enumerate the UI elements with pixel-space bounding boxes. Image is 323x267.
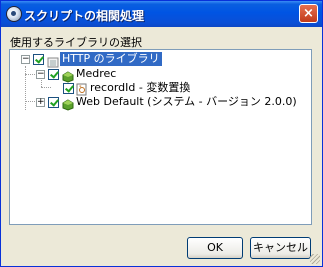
cancel-button[interactable]: キャンセル	[250, 237, 311, 259]
web-default-checkbox[interactable]	[48, 97, 59, 108]
green-package-icon	[62, 68, 74, 83]
http-library-label: HTTP のライブラリ	[60, 52, 162, 66]
web-default-label: Web Default (システム - バージョン 2.0.0)	[76, 95, 297, 108]
ok-button[interactable]: OK	[187, 237, 243, 259]
collapse-icon[interactable]: −	[36, 70, 45, 79]
collapse-icon[interactable]: −	[21, 55, 30, 64]
library-icon	[47, 53, 59, 68]
http-library-checkbox[interactable]	[33, 54, 44, 65]
expand-icon[interactable]: +	[36, 98, 45, 107]
app-icon	[6, 6, 22, 22]
dialog-window: スクリプトの相関処理 × 使用するライブラリの選択 − HTTP のライブラリ …	[0, 0, 323, 267]
medrec-checkbox[interactable]	[48, 69, 59, 80]
library-selection-label: 使用するライブラリの選択	[10, 36, 142, 49]
window-title: スクリプトの相関処理	[24, 9, 145, 23]
rule-document-icon: *	[76, 81, 88, 96]
resize-grip[interactable]	[310, 254, 320, 264]
close-button[interactable]: ×	[299, 4, 318, 23]
title-bar[interactable]: スクリプトの相関処理 ×	[1, 1, 322, 27]
medrec-label: Medrec	[76, 67, 117, 80]
library-tree[interactable]: − HTTP のライブラリ − Medrec * recordId - 変数置換	[9, 49, 312, 225]
green-package-icon	[62, 96, 74, 111]
recordid-label: recordId - 変数置換	[90, 81, 191, 94]
recordid-checkbox[interactable]	[63, 83, 74, 94]
tree-item-web-default[interactable]: + Web Default (システム - バージョン 2.0.0)	[10, 94, 310, 111]
